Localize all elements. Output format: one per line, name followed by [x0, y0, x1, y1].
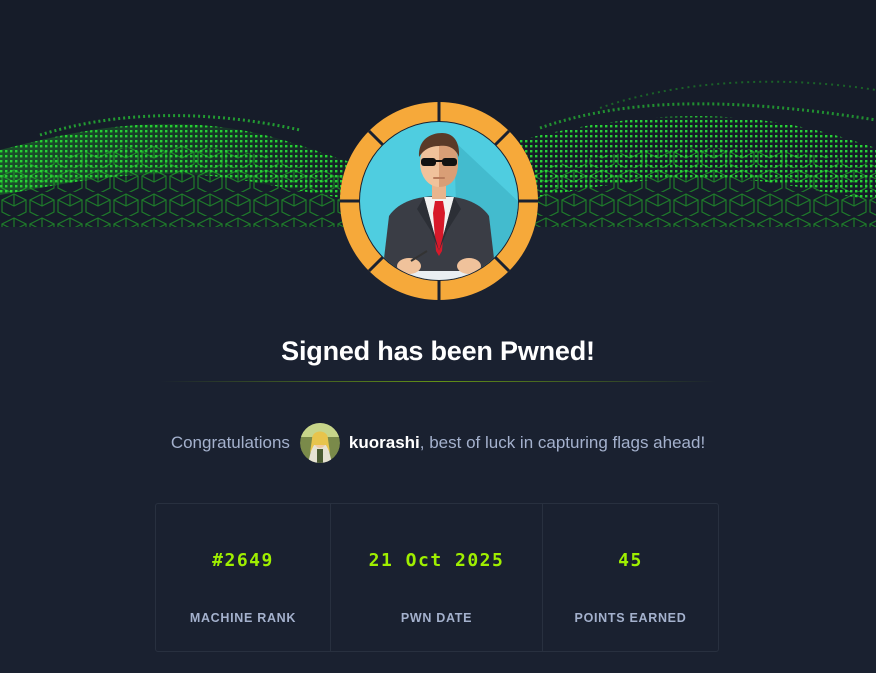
- stat-points-earned: 45 POINTS EARNED: [542, 504, 718, 651]
- congrats-prefix: Congratulations: [170, 433, 290, 452]
- stat-value: 21 Oct 2025: [368, 550, 505, 571]
- stats-panel: #2649 MACHINE RANK 21 Oct 2025 PWN DATE …: [155, 503, 719, 652]
- title-divider: [160, 381, 716, 382]
- machine-avatar: [339, 101, 539, 301]
- congrats-suffix: , best of luck in capturing flags ahead!: [419, 433, 706, 452]
- stat-machine-rank: #2649 MACHINE RANK: [156, 504, 330, 651]
- stat-value: #2649: [212, 550, 274, 571]
- username-link[interactable]: kuorashi: [349, 433, 420, 453]
- stat-pwn-date: 21 Oct 2025 PWN DATE: [330, 504, 542, 651]
- user-avatar-icon: [299, 423, 340, 463]
- stat-label: POINTS EARNED: [574, 611, 687, 625]
- stat-label: PWN DATE: [400, 611, 473, 625]
- user-avatar[interactable]: [299, 423, 340, 463]
- stat-value: 45: [618, 550, 643, 571]
- congrats-message: Congratulations kuorashi , best of luck …: [0, 422, 876, 464]
- businessman-avatar-icon: [340, 102, 538, 300]
- page-title: Signed has been Pwned!: [281, 336, 595, 366]
- stat-label: MACHINE RANK: [189, 611, 297, 625]
